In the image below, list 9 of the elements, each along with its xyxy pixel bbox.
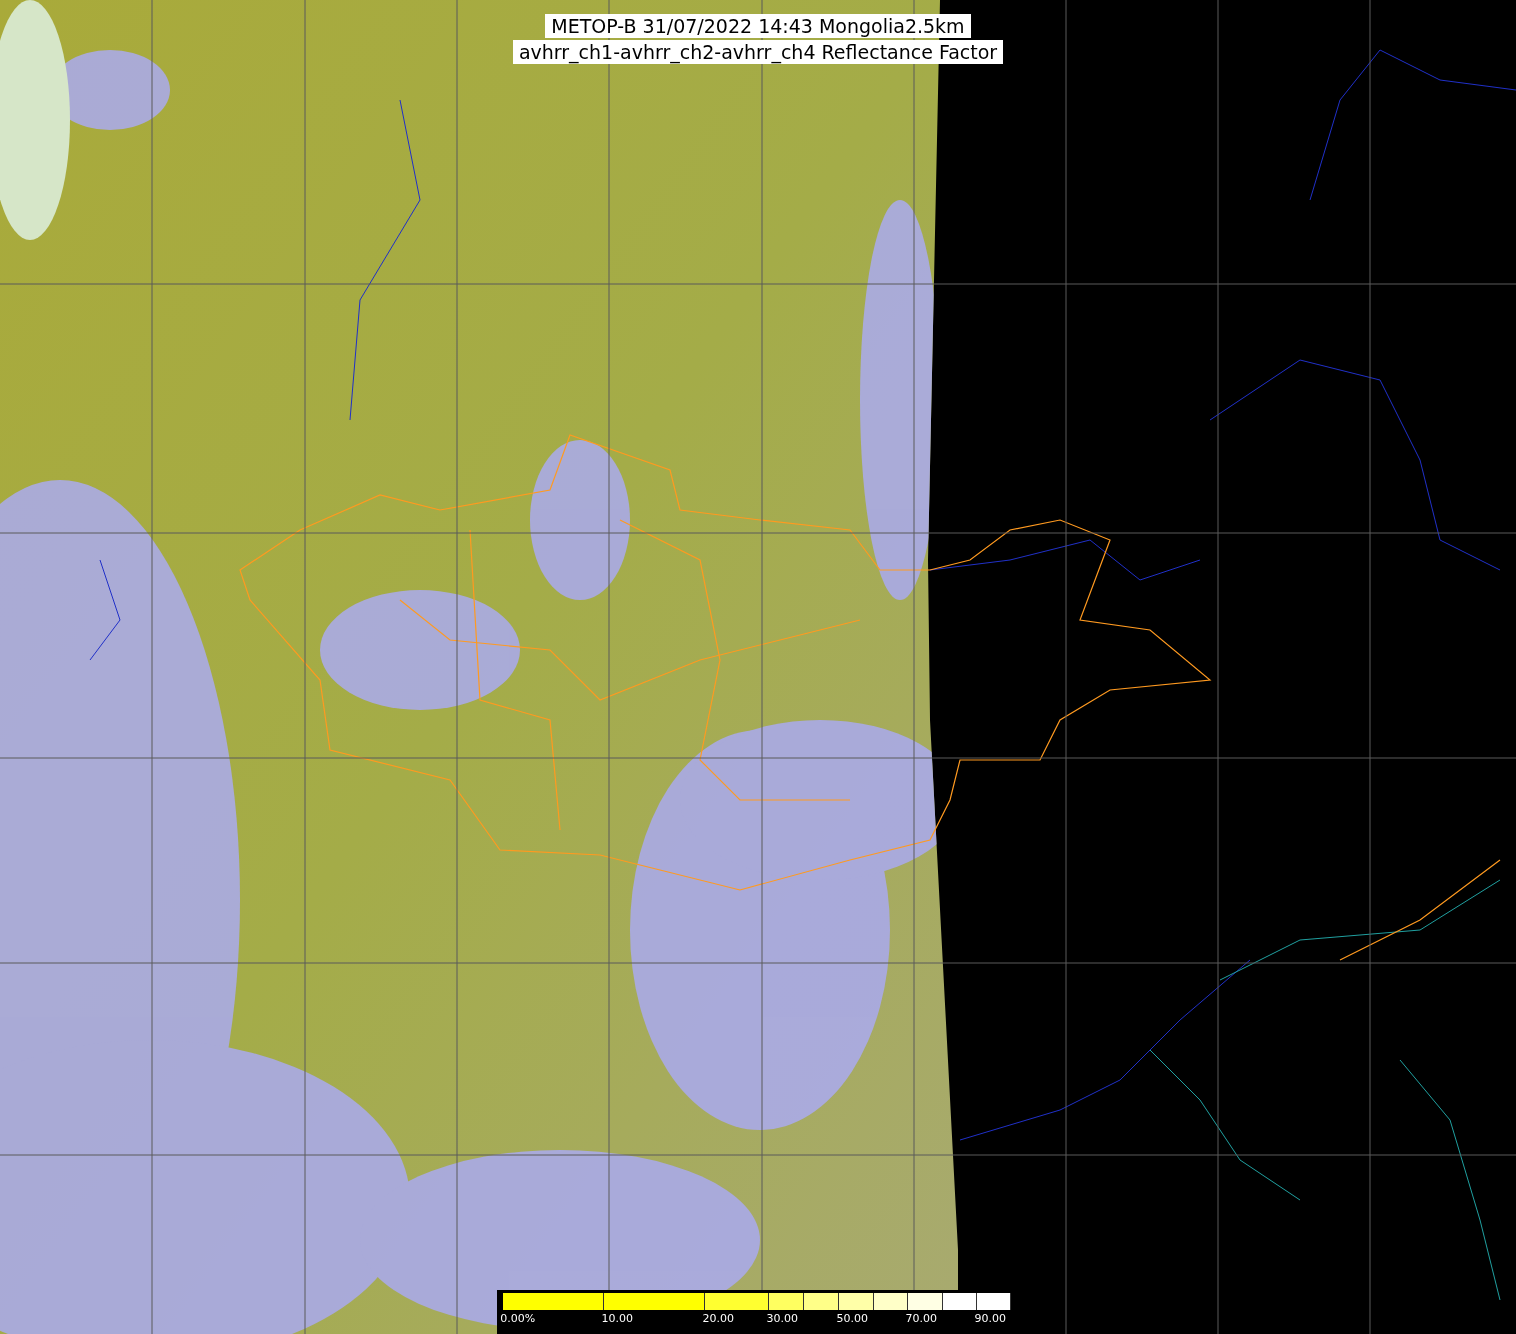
colorbar-tick-label: 30.00 [766,1312,798,1325]
colorbar-tick-label: 10.00 [601,1312,633,1325]
colorbar-tick-label: 50.00 [836,1312,868,1325]
map-title: METOP-B 31/07/2022 14:43 Mongolia2.5km [545,14,971,38]
colorbar-tick-label: 70.00 [905,1312,937,1325]
colorbar-tick-label: 20.00 [702,1312,734,1325]
map-title: avhrr_ch1-avhrr_ch2-avhrr_ch4 Reflectance Factor [512,40,1004,64]
colorbar-tick-label: 0.00% [500,1312,536,1325]
colorbar-tick-label: 90.00 [974,1312,1006,1325]
